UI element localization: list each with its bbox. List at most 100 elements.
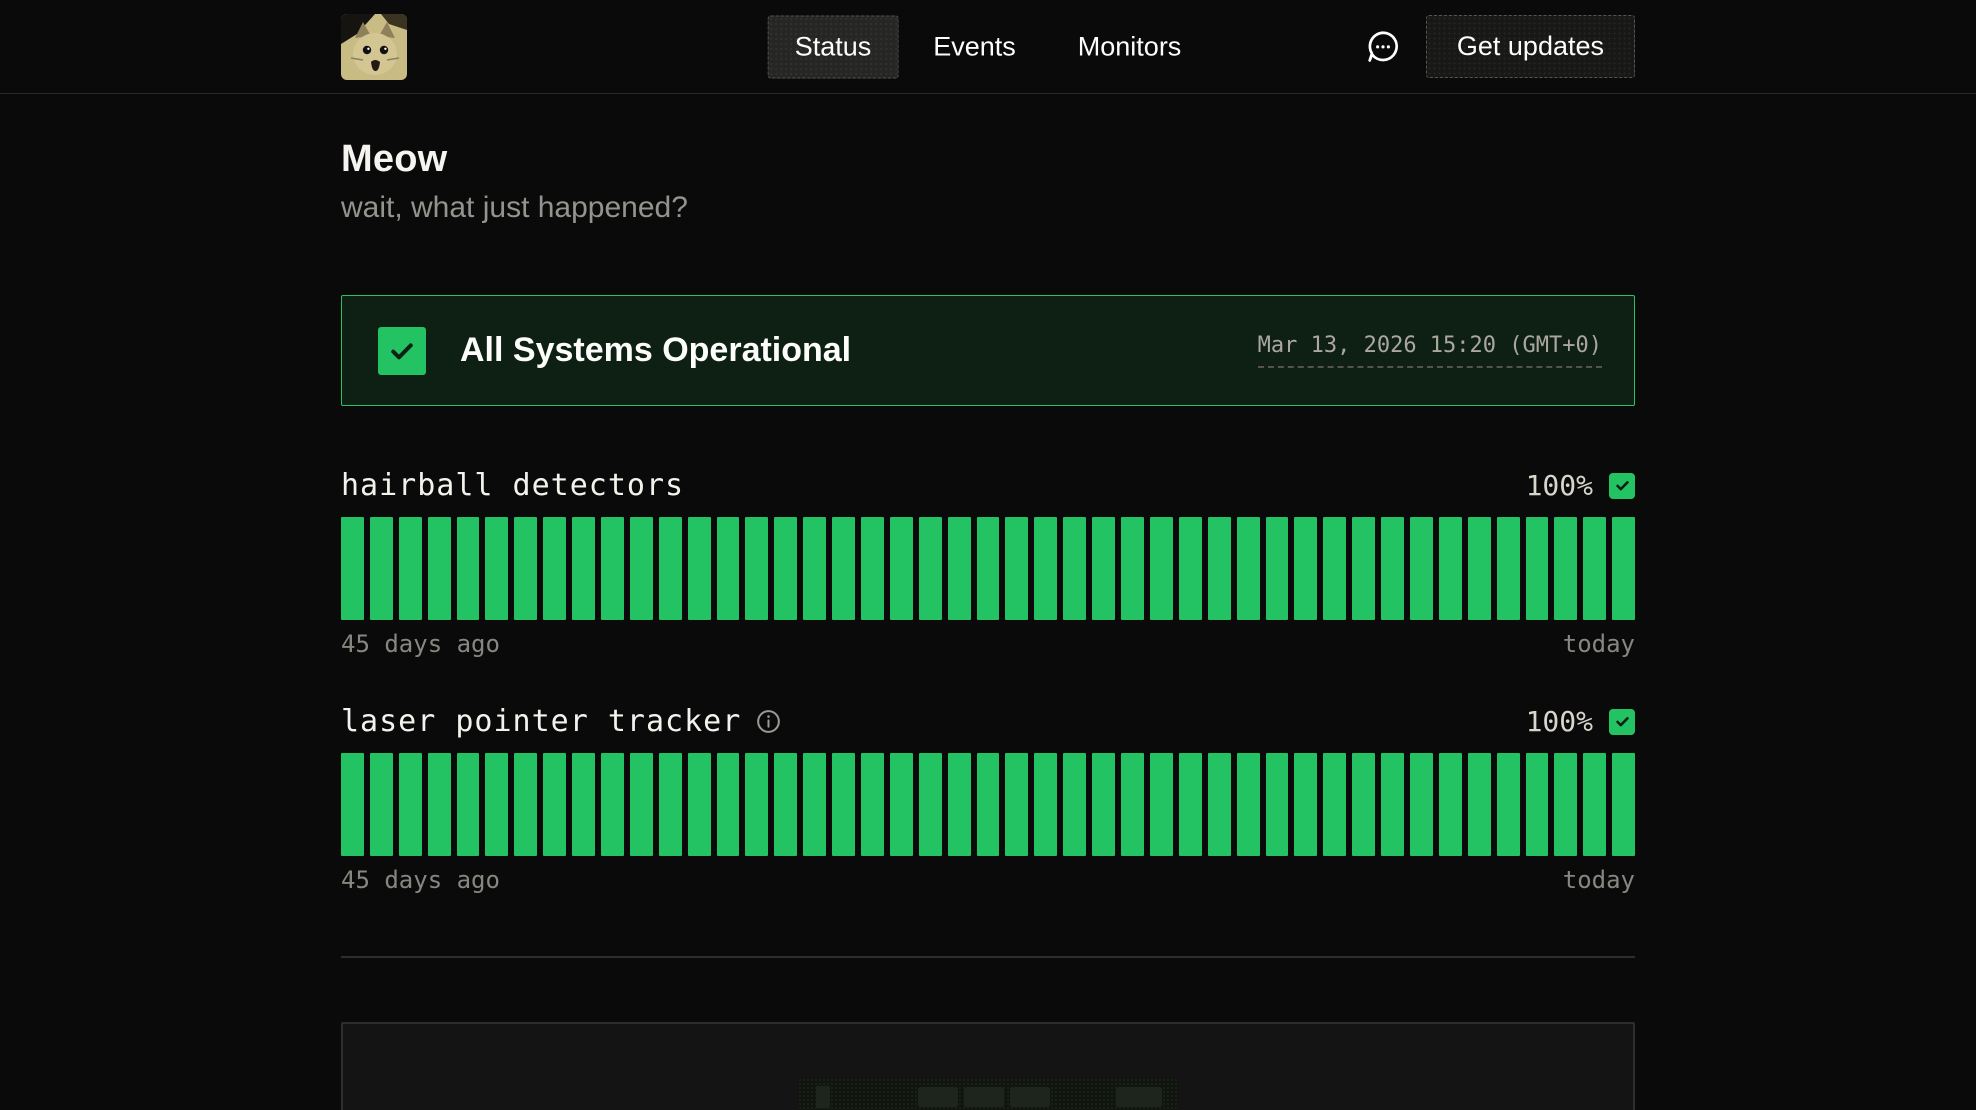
uptime-bar[interactable] — [861, 517, 884, 620]
uptime-bar[interactable] — [1063, 753, 1086, 856]
tab-status[interactable]: Status — [768, 15, 899, 78]
uptime-bar[interactable] — [630, 517, 653, 620]
uptime-bar[interactable] — [745, 753, 768, 856]
tab-events[interactable]: Events — [906, 15, 1043, 78]
uptime-bar[interactable] — [745, 517, 768, 620]
uptime-bar[interactable] — [1063, 517, 1086, 620]
uptime-bar[interactable] — [717, 517, 740, 620]
uptime-bar[interactable] — [1294, 517, 1317, 620]
uptime-percentage: 100% — [1526, 705, 1593, 738]
uptime-bar[interactable] — [514, 753, 537, 856]
uptime-bar[interactable] — [977, 517, 1000, 620]
uptime-bar[interactable] — [717, 753, 740, 856]
uptime-bar[interactable] — [1150, 753, 1173, 856]
uptime-bar[interactable] — [1208, 517, 1231, 620]
uptime-bar[interactable] — [1381, 753, 1404, 856]
uptime-bar[interactable] — [861, 753, 884, 856]
uptime-bar[interactable] — [1410, 517, 1433, 620]
uptime-bar[interactable] — [428, 753, 451, 856]
uptime-bar[interactable] — [803, 753, 826, 856]
uptime-bar[interactable] — [688, 753, 711, 856]
uptime-bar[interactable] — [919, 517, 942, 620]
uptime-bar[interactable] — [543, 753, 566, 856]
uptime-bar[interactable] — [659, 517, 682, 620]
uptime-bar[interactable] — [1121, 753, 1144, 856]
uptime-bar[interactable] — [1439, 517, 1462, 620]
uptime-bar[interactable] — [399, 753, 422, 856]
uptime-bar[interactable] — [341, 517, 364, 620]
uptime-bar[interactable] — [457, 517, 480, 620]
uptime-bar[interactable] — [832, 753, 855, 856]
uptime-bar[interactable] — [601, 753, 624, 856]
uptime-bar[interactable] — [457, 753, 480, 856]
uptime-bar[interactable] — [1612, 753, 1635, 856]
uptime-bar[interactable] — [1237, 753, 1260, 856]
uptime-bar[interactable] — [774, 753, 797, 856]
uptime-bar[interactable] — [543, 517, 566, 620]
uptime-bar[interactable] — [1468, 517, 1491, 620]
uptime-bar[interactable] — [572, 517, 595, 620]
uptime-bar[interactable] — [1266, 517, 1289, 620]
uptime-bar[interactable] — [1237, 517, 1260, 620]
uptime-bar[interactable] — [1468, 753, 1491, 856]
info-icon[interactable] — [755, 708, 782, 735]
uptime-bar[interactable] — [659, 753, 682, 856]
uptime-bar[interactable] — [428, 517, 451, 620]
uptime-bar[interactable] — [919, 753, 942, 856]
uptime-bar[interactable] — [485, 517, 508, 620]
uptime-bar[interactable] — [399, 517, 422, 620]
uptime-bar[interactable] — [1121, 517, 1144, 620]
uptime-bar[interactable] — [1583, 517, 1606, 620]
logo-cat-image[interactable] — [341, 14, 407, 80]
uptime-bar[interactable] — [630, 753, 653, 856]
get-updates-button[interactable]: Get updates — [1426, 15, 1635, 78]
uptime-bar[interactable] — [1583, 753, 1606, 856]
uptime-bar[interactable] — [370, 517, 393, 620]
uptime-bar[interactable] — [514, 517, 537, 620]
uptime-bar[interactable] — [1323, 753, 1346, 856]
uptime-bar[interactable] — [1526, 753, 1549, 856]
uptime-bar[interactable] — [1323, 517, 1346, 620]
monitor-hairball-detectors: hairball detectors 100% 45 days ago toda… — [341, 468, 1635, 658]
uptime-bar[interactable] — [1092, 753, 1115, 856]
uptime-bar[interactable] — [1034, 753, 1057, 856]
uptime-bar[interactable] — [890, 517, 913, 620]
uptime-bar[interactable] — [774, 517, 797, 620]
uptime-bar[interactable] — [1497, 753, 1520, 856]
uptime-bar[interactable] — [1554, 753, 1577, 856]
uptime-bar[interactable] — [1352, 517, 1375, 620]
uptime-bar[interactable] — [1294, 753, 1317, 856]
uptime-bar[interactable] — [1092, 517, 1115, 620]
uptime-bar[interactable] — [890, 753, 913, 856]
uptime-bar[interactable] — [1352, 753, 1375, 856]
uptime-bar[interactable] — [948, 517, 971, 620]
uptime-bar[interactable] — [1612, 517, 1635, 620]
uptime-bar[interactable] — [1381, 517, 1404, 620]
uptime-bar[interactable] — [1497, 517, 1520, 620]
uptime-bar[interactable] — [1439, 753, 1462, 856]
uptime-bar[interactable] — [601, 517, 624, 620]
uptime-bar[interactable] — [1179, 753, 1202, 856]
uptime-bar[interactable] — [1266, 753, 1289, 856]
uptime-bar[interactable] — [1554, 517, 1577, 620]
uptime-bar[interactable] — [1526, 517, 1549, 620]
uptime-bar[interactable] — [1005, 517, 1028, 620]
uptime-bar[interactable] — [572, 753, 595, 856]
uptime-bar[interactable] — [803, 517, 826, 620]
uptime-bar[interactable] — [1179, 517, 1202, 620]
uptime-bar[interactable] — [977, 753, 1000, 856]
uptime-bar[interactable] — [832, 517, 855, 620]
uptime-bar[interactable] — [1005, 753, 1028, 856]
uptime-bar[interactable] — [948, 753, 971, 856]
uptime-bar[interactable] — [688, 517, 711, 620]
uptime-bar[interactable] — [370, 753, 393, 856]
chat-bubble-icon[interactable] — [1364, 28, 1402, 66]
uptime-bar[interactable] — [1208, 753, 1231, 856]
status-banner-timestamp[interactable]: Mar 13, 2026 15:20 (GMT+0) — [1258, 333, 1602, 368]
uptime-bar[interactable] — [1034, 517, 1057, 620]
uptime-bar[interactable] — [1150, 517, 1173, 620]
uptime-bar[interactable] — [1410, 753, 1433, 856]
uptime-bar[interactable] — [341, 753, 364, 856]
tab-monitors[interactable]: Monitors — [1051, 15, 1209, 78]
uptime-bar[interactable] — [485, 753, 508, 856]
